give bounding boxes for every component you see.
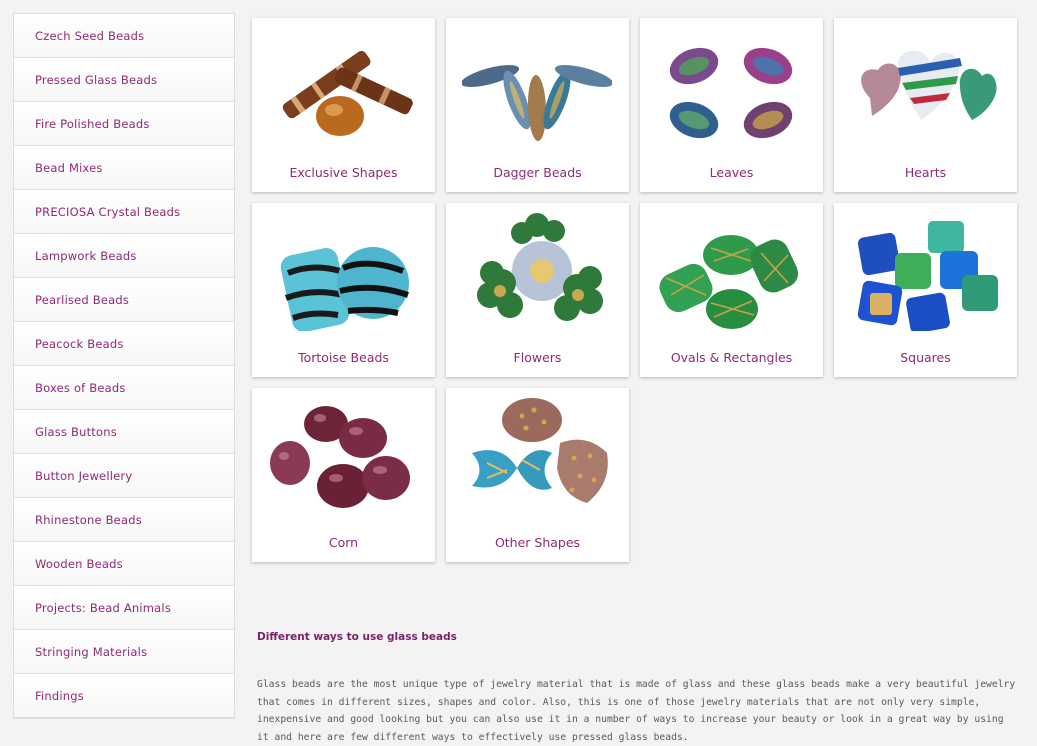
tile-label: Corn: [328, 535, 359, 550]
sidebar-item-projects-bead-animals[interactable]: Projects: Bead Animals: [14, 586, 234, 630]
sidebar-item-button-jewellery[interactable]: Button Jewellery: [14, 454, 234, 498]
sidebar-item-stringing-materials[interactable]: Stringing Materials: [14, 630, 234, 674]
sidebar-item-preciosa-crystal-beads[interactable]: PRECIOSA Crystal Beads: [14, 190, 234, 234]
category-tile-flowers[interactable]: Flowers: [446, 203, 629, 377]
sidebar-item-czech-seed-beads[interactable]: Czech Seed Beads: [14, 14, 234, 58]
ovals-rectangles-image: [659, 235, 799, 329]
tile-label: Hearts: [904, 165, 947, 180]
category-tile-squares[interactable]: Squares: [834, 203, 1017, 377]
tile-label: Other Shapes: [494, 535, 581, 550]
tile-label: Leaves: [709, 165, 754, 180]
sidebar-item-boxes-of-beads[interactable]: Boxes of Beads: [14, 366, 234, 410]
tile-label: Flowers: [513, 350, 562, 365]
sidebar-item-fire-polished-beads[interactable]: Fire Polished Beads: [14, 102, 234, 146]
tortoise-beads-image: [280, 247, 409, 331]
category-grid: Exclusive Shapes Dagger Beads Leaves Hea…: [252, 18, 1018, 562]
sidebar-item-lampwork-beads[interactable]: Lampwork Beads: [14, 234, 234, 278]
sidebar-item-glass-buttons[interactable]: Glass Buttons: [14, 410, 234, 454]
category-tile-tortoise-beads[interactable]: Tortoise Beads: [252, 203, 435, 377]
leaves-image: [669, 47, 793, 139]
category-tile-leaves[interactable]: Leaves: [640, 18, 823, 192]
hearts-image: [861, 50, 997, 120]
squares-image: [857, 221, 998, 331]
category-tile-hearts[interactable]: Hearts: [834, 18, 1017, 192]
category-tile-ovals-rectangles[interactable]: Ovals & Rectangles: [640, 203, 823, 377]
tile-label: Tortoise Beads: [298, 350, 389, 365]
exclusive-shapes-image: [282, 50, 413, 136]
sidebar-item-pressed-glass-beads[interactable]: Pressed Glass Beads: [14, 58, 234, 102]
dagger-beads-image: [462, 65, 612, 141]
tile-label: Dagger Beads: [493, 165, 582, 180]
sidebar-item-rhinestone-beads[interactable]: Rhinestone Beads: [14, 498, 234, 542]
tile-label: Squares: [900, 350, 951, 365]
sidebar-item-findings[interactable]: Findings: [14, 674, 234, 718]
sidebar-item-wooden-beads[interactable]: Wooden Beads: [14, 542, 234, 586]
category-tile-dagger-beads[interactable]: Dagger Beads: [446, 18, 629, 192]
sidebar-nav: Czech Seed Beads Pressed Glass Beads Fir…: [13, 13, 235, 719]
sidebar-item-pearlised-beads[interactable]: Pearlised Beads: [14, 278, 234, 322]
tile-label: Ovals & Rectangles: [670, 350, 793, 365]
category-tile-exclusive-shapes[interactable]: Exclusive Shapes: [252, 18, 435, 192]
sidebar-item-peacock-beads[interactable]: Peacock Beads: [14, 322, 234, 366]
other-shapes-image: [472, 398, 608, 503]
category-tile-other-shapes[interactable]: Other Shapes: [446, 388, 629, 562]
flowers-image: [477, 213, 603, 321]
article-heading: Different ways to use glass beads: [257, 631, 457, 643]
category-tile-corn[interactable]: Corn: [252, 388, 435, 562]
tile-label: Exclusive Shapes: [289, 165, 398, 180]
article-body: Glass beads are the most unique type of …: [257, 679, 1016, 743]
sidebar-item-bead-mixes[interactable]: Bead Mixes: [14, 146, 234, 190]
corn-image: [270, 406, 410, 508]
